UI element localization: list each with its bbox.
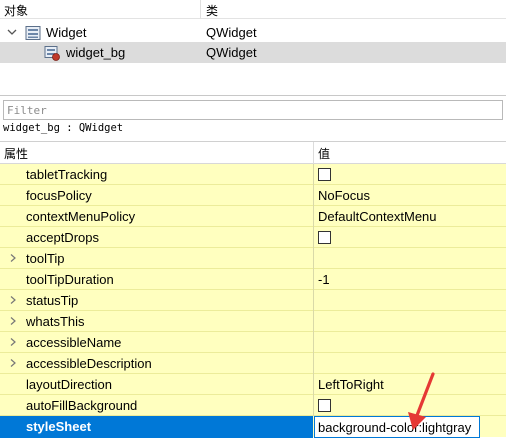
property-editor-header: 属性 值 <box>0 142 506 164</box>
property-value[interactable]: NoFocus <box>318 188 370 203</box>
property-name: whatsThis <box>26 314 85 329</box>
column-divider <box>313 206 314 227</box>
property-checkbox[interactable] <box>318 231 331 244</box>
property-row-tool-tip[interactable]: toolTip <box>0 248 506 269</box>
property-name: autoFillBackground <box>26 398 138 413</box>
tree-item-class: QWidget <box>206 25 257 40</box>
tree-item-label: widget_bg <box>66 45 126 60</box>
tree-item-class: QWidget <box>206 45 257 60</box>
stylesheet-editor[interactable] <box>314 416 480 438</box>
property-value[interactable]: -1 <box>318 272 330 287</box>
tree-row-widget[interactable]: Widget QWidget <box>0 22 506 43</box>
property-checkbox[interactable] <box>318 399 331 412</box>
column-divider <box>313 185 314 206</box>
annotation-arrow-icon <box>408 372 435 430</box>
object-inspector-header: 对象 类 <box>0 0 506 19</box>
property-name: layoutDirection <box>26 377 112 392</box>
chevron-right-icon[interactable] <box>8 295 18 305</box>
object-column-header[interactable]: 对象 <box>4 2 28 19</box>
filter-input[interactable] <box>4 101 502 119</box>
column-divider <box>313 290 314 311</box>
chevron-right-icon[interactable] <box>8 358 18 368</box>
tree-row-widget-bg[interactable]: widget_bg QWidget <box>0 42 506 63</box>
column-divider <box>313 353 314 374</box>
filter-field[interactable] <box>3 100 503 120</box>
property-name: styleSheet <box>26 419 92 434</box>
column-divider[interactable] <box>200 0 201 19</box>
widget-bg-icon <box>44 45 60 61</box>
property-name: accessibleDescription <box>26 356 152 371</box>
property-row-focus-policy[interactable]: focusPolicy NoFocus <box>0 185 506 206</box>
class-column-header[interactable]: 类 <box>206 2 218 19</box>
object-inspector: 对象 类 Widget QWidget widget_bg QWidget <box>0 0 506 96</box>
property-name: tabletTracking <box>26 167 108 182</box>
column-divider[interactable] <box>313 142 314 164</box>
column-divider <box>313 227 314 248</box>
property-name: statusTip <box>26 293 79 308</box>
property-row-accept-drops[interactable]: acceptDrops <box>0 227 506 248</box>
property-name: accessibleName <box>26 335 122 350</box>
value-column-header[interactable]: 值 <box>318 145 330 162</box>
property-row-context-menu-policy[interactable]: contextMenuPolicy DefaultContextMenu <box>0 206 506 227</box>
chevron-right-icon[interactable] <box>8 337 18 347</box>
property-row-whats-this[interactable]: whatsThis <box>0 311 506 332</box>
property-name: toolTip <box>26 251 65 266</box>
chevron-down-icon[interactable] <box>6 26 18 38</box>
property-name: toolTipDuration <box>26 272 114 287</box>
property-checkbox[interactable] <box>318 168 331 181</box>
column-divider <box>313 395 314 416</box>
tree-item-label: Widget <box>46 25 87 40</box>
column-divider <box>313 374 314 395</box>
property-name: focusPolicy <box>26 188 92 203</box>
property-column-header[interactable]: 属性 <box>4 145 28 162</box>
object-class-label: widget_bg : QWidget <box>3 122 124 134</box>
column-divider <box>313 332 314 353</box>
property-row-tool-tip-duration[interactable]: toolTipDuration -1 <box>0 269 506 290</box>
property-value[interactable]: DefaultContextMenu <box>318 209 437 224</box>
column-divider <box>313 164 314 185</box>
widget-icon <box>25 25 41 41</box>
chevron-right-icon[interactable] <box>8 253 18 263</box>
property-value[interactable]: LeftToRight <box>318 377 384 392</box>
property-name: contextMenuPolicy <box>26 209 136 224</box>
chevron-right-icon[interactable] <box>8 316 18 326</box>
column-divider <box>313 248 314 269</box>
property-row-accessible-description[interactable]: accessibleDescription <box>0 353 506 374</box>
property-name: acceptDrops <box>26 230 99 245</box>
property-row-status-tip[interactable]: statusTip <box>0 290 506 311</box>
stylesheet-input[interactable] <box>315 417 479 437</box>
property-row-accessible-name[interactable]: accessibleName <box>0 332 506 353</box>
property-row-tablet-tracking[interactable]: tabletTracking <box>0 164 506 185</box>
column-divider <box>313 269 314 290</box>
column-divider <box>313 311 314 332</box>
